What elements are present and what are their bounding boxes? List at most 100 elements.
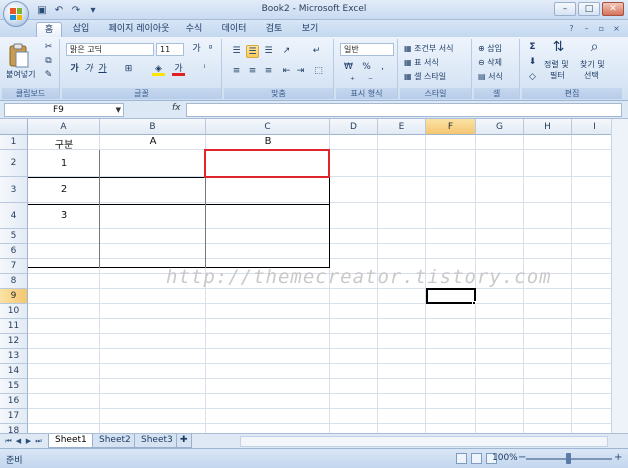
- decrease-decimal-icon[interactable]: ⁻: [364, 75, 377, 88]
- ribbon-close-icon[interactable]: ×: [611, 23, 622, 34]
- cell-A2[interactable]: 1: [28, 158, 100, 169]
- tab-data[interactable]: 데이터: [216, 22, 252, 37]
- align-top-icon[interactable]: ☰: [230, 45, 243, 58]
- cell-A1[interactable]: 구분: [28, 136, 100, 151]
- align-bottom-icon[interactable]: ☰: [262, 45, 275, 58]
- paste-icon[interactable]: [8, 43, 30, 69]
- fill-handle[interactable]: [472, 301, 476, 305]
- sort-filter-label[interactable]: 정렬 및: [544, 59, 569, 70]
- prev-sheet-icon[interactable]: ◀: [14, 436, 23, 446]
- zoom-level[interactable]: 100%: [492, 453, 518, 463]
- conditional-format-button[interactable]: ▦ 조건부 서식: [404, 43, 453, 54]
- copy-icon[interactable]: ⧉: [42, 55, 55, 68]
- shrink-font-icon[interactable]: ᵍ: [204, 43, 217, 56]
- ribbon-restore-icon[interactable]: ▫: [596, 23, 607, 34]
- italic-button[interactable]: 가: [82, 63, 95, 76]
- cell-C1[interactable]: B: [206, 136, 330, 147]
- font-color-button[interactable]: 가: [172, 63, 185, 76]
- align-left-icon[interactable]: ≡: [230, 65, 243, 78]
- column-header-D[interactable]: D: [330, 119, 378, 135]
- chevron-down-icon[interactable]: ▼: [116, 104, 121, 116]
- sheet-tab-2[interactable]: Sheet2: [92, 434, 138, 448]
- zoom-slider-thumb[interactable]: [566, 453, 571, 464]
- sort-filter-icon[interactable]: ⇅: [552, 40, 565, 54]
- column-header-G[interactable]: G: [476, 119, 524, 135]
- phonetic-icon[interactable]: ⁱ: [198, 63, 211, 76]
- format-as-table-button[interactable]: ▦ 표 서식: [404, 57, 439, 68]
- zoom-in-button[interactable]: +: [614, 452, 622, 463]
- paste-label[interactable]: 붙여넣기: [6, 69, 35, 80]
- font-size-select[interactable]: 11: [156, 43, 184, 56]
- delete-cells-button[interactable]: ⊖ 삭제: [478, 57, 502, 68]
- font-name-select[interactable]: 맑은 고딕: [66, 43, 154, 56]
- office-button[interactable]: [3, 1, 29, 27]
- row-header-8[interactable]: 8: [0, 274, 28, 289]
- column-header-E[interactable]: E: [378, 119, 426, 135]
- row-header-5[interactable]: 5: [0, 229, 28, 244]
- next-sheet-icon[interactable]: ▶: [24, 436, 33, 446]
- column-header-B[interactable]: B: [100, 119, 206, 135]
- row-header-12[interactable]: 12: [0, 334, 28, 349]
- row-header-4[interactable]: 4: [0, 203, 28, 229]
- normal-view-icon[interactable]: [456, 453, 467, 464]
- merge-center-icon[interactable]: ⬚: [312, 65, 325, 78]
- autosum-button[interactable]: Σ: [526, 41, 539, 54]
- cell-B1[interactable]: A: [100, 136, 206, 147]
- row-header-18[interactable]: 18: [0, 424, 28, 433]
- active-cell[interactable]: [426, 288, 476, 304]
- align-center-icon[interactable]: ≡: [246, 65, 259, 78]
- decrease-indent-icon[interactable]: ⇤: [280, 65, 293, 78]
- restore-button[interactable]: □: [578, 2, 600, 16]
- last-sheet-icon[interactable]: ⏭: [34, 436, 43, 446]
- clear-icon[interactable]: ◇: [526, 71, 539, 84]
- vertical-scrollbar[interactable]: [611, 119, 628, 433]
- insert-sheet-icon[interactable]: ✚: [176, 434, 192, 448]
- name-box[interactable]: F9 ▼: [4, 103, 124, 117]
- find-select-label[interactable]: 찾기 및: [580, 59, 605, 70]
- align-middle-icon[interactable]: ☰: [246, 45, 259, 58]
- column-header-F[interactable]: F: [426, 119, 476, 135]
- formula-input[interactable]: [186, 103, 622, 117]
- tab-insert[interactable]: 삽입: [66, 22, 96, 37]
- column-header-A[interactable]: A: [28, 119, 100, 135]
- insert-function-button[interactable]: fx: [172, 103, 181, 113]
- find-select-icon[interactable]: ⌕: [588, 40, 601, 54]
- tab-review[interactable]: 검토: [260, 22, 288, 37]
- row-header-9[interactable]: 9: [0, 289, 28, 304]
- increase-decimal-icon[interactable]: ⁺: [346, 75, 359, 88]
- cut-icon[interactable]: ✂: [42, 41, 55, 54]
- orientation-icon[interactable]: ↗: [280, 45, 293, 58]
- fill-icon[interactable]: ⬇: [526, 56, 539, 69]
- minimize-button[interactable]: –: [554, 2, 576, 16]
- insert-cells-button[interactable]: ⊕ 삽입: [478, 43, 502, 54]
- column-header-C[interactable]: C: [206, 119, 330, 135]
- bold-button[interactable]: 가: [68, 63, 81, 76]
- row-header-16[interactable]: 16: [0, 394, 28, 409]
- page-layout-view-icon[interactable]: [471, 453, 482, 464]
- wrap-text-icon[interactable]: ↵: [310, 45, 323, 58]
- align-right-icon[interactable]: ≡: [262, 65, 275, 78]
- row-header-13[interactable]: 13: [0, 349, 28, 364]
- column-header-H[interactable]: H: [524, 119, 572, 135]
- row-header-10[interactable]: 10: [0, 304, 28, 319]
- format-cells-button[interactable]: ▤ 서식: [478, 71, 503, 82]
- row-header-15[interactable]: 15: [0, 379, 28, 394]
- first-sheet-icon[interactable]: ⏮: [4, 436, 13, 446]
- row-header-17[interactable]: 17: [0, 409, 28, 424]
- tab-page-layout[interactable]: 페이지 레이아웃: [104, 22, 174, 37]
- increase-indent-icon[interactable]: ⇥: [294, 65, 307, 78]
- comma-button[interactable]: ,: [376, 61, 389, 74]
- fill-color-icon[interactable]: ◈: [152, 63, 165, 76]
- horizontal-scrollbar[interactable]: [240, 436, 608, 447]
- cell-A4[interactable]: 3: [28, 210, 100, 221]
- cell-styles-button[interactable]: ▦ 셀 스타일: [404, 71, 446, 82]
- worksheet[interactable]: ABCDEFGHI 12345678910111213141516171819 …: [0, 119, 628, 433]
- sheet-tab-3[interactable]: Sheet3: [134, 434, 180, 448]
- help-icon[interactable]: ?: [566, 23, 577, 34]
- close-button[interactable]: ✕: [602, 2, 624, 16]
- tab-home[interactable]: 홈: [36, 22, 62, 37]
- ribbon-minimize-icon[interactable]: –: [581, 23, 592, 34]
- tab-formulas[interactable]: 수식: [180, 22, 208, 37]
- row-header-2[interactable]: 2: [0, 150, 28, 177]
- cell-A3[interactable]: 2: [28, 184, 100, 195]
